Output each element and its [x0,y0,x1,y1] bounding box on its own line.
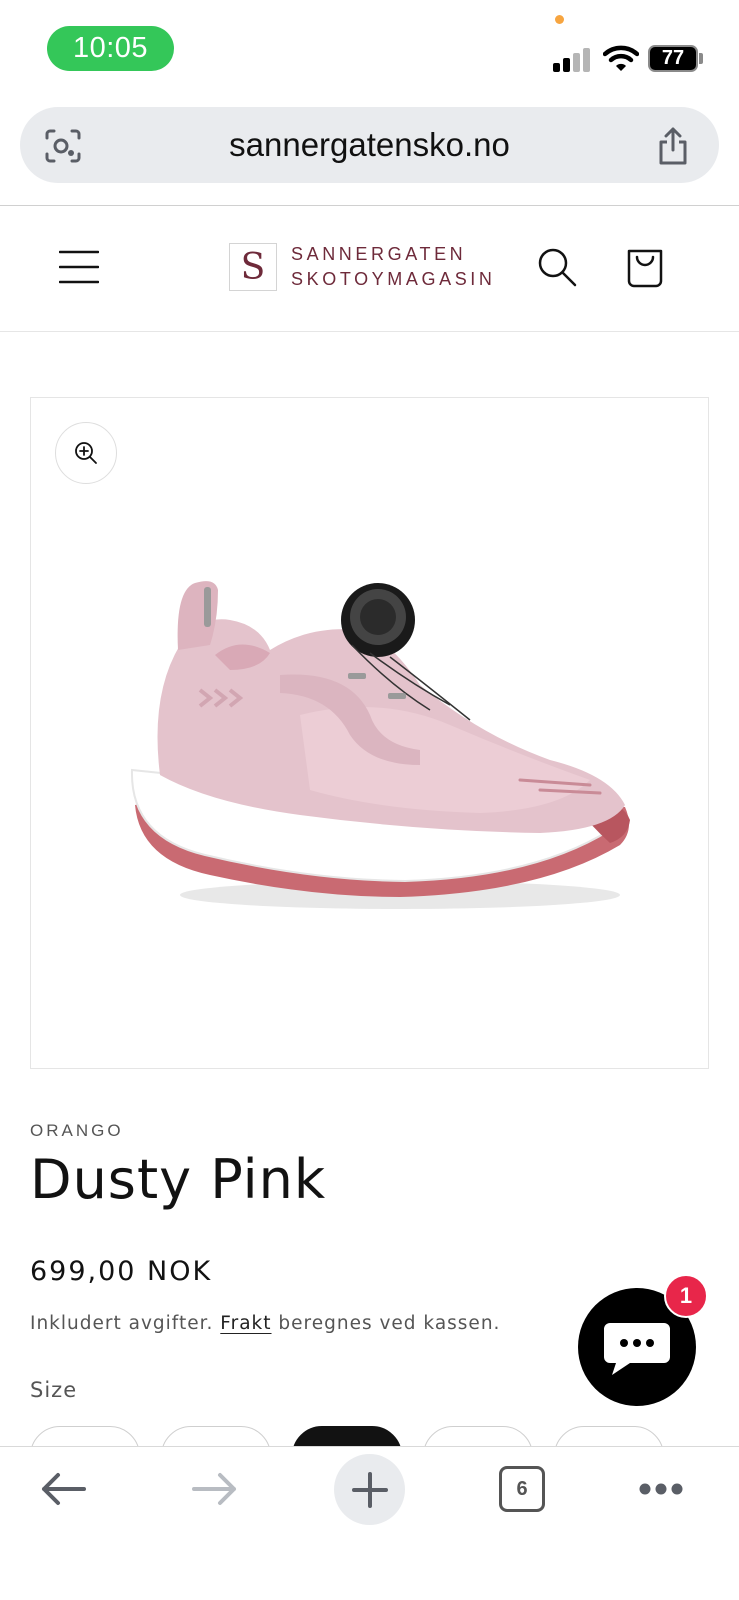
product-title: Dusty Pink [30,1148,327,1211]
search-icon[interactable] [537,247,577,287]
more-dots-icon[interactable] [638,1482,684,1496]
tax-note-suffix: beregnes ved kassen. [278,1313,501,1334]
product-vendor: ORANGO [30,1121,124,1140]
product-image-shoe [130,581,630,909]
chat-unread-badge: 1 [664,1274,708,1318]
zoom-button[interactable] [55,422,117,484]
tax-note: Inkludert avgifter. Frakt beregnes ved k… [30,1313,500,1334]
arrow-right-icon[interactable] [192,1472,238,1506]
privacy-indicator-dot [555,15,564,24]
logo-text-line2[interactable]: SKOTOYMAGASIN [291,269,496,290]
share-icon[interactable] [656,126,690,166]
product-price: 699,00 NOK [30,1256,213,1287]
url-text[interactable]: sannergatensko.no [120,107,619,183]
zoom-in-icon [75,442,97,464]
wifi-icon [603,45,639,71]
tax-note-prefix: Inkludert avgifter. [30,1313,214,1334]
status-time: 10:05 [47,26,174,71]
browser-divider [0,205,739,206]
battery-indicator: 77 [648,45,698,72]
size-label: Size [30,1378,78,1402]
arrow-left-icon[interactable] [40,1472,86,1506]
tabs-button[interactable]: 6 [499,1466,545,1512]
signal-icon [553,48,590,72]
menu-icon[interactable] [59,250,99,284]
shipping-link[interactable]: Frakt [220,1313,271,1334]
cart-icon[interactable] [625,247,665,289]
battery-tip [699,53,703,64]
new-tab-button[interactable] [334,1454,405,1525]
logo-mark[interactable]: S [229,243,277,291]
logo-text-line1[interactable]: SANNERGATEN [291,244,466,265]
chat-bubble-icon [604,1323,670,1375]
plus-icon [351,1471,388,1508]
header-divider [0,331,739,332]
camera-search-icon[interactable] [44,128,82,164]
